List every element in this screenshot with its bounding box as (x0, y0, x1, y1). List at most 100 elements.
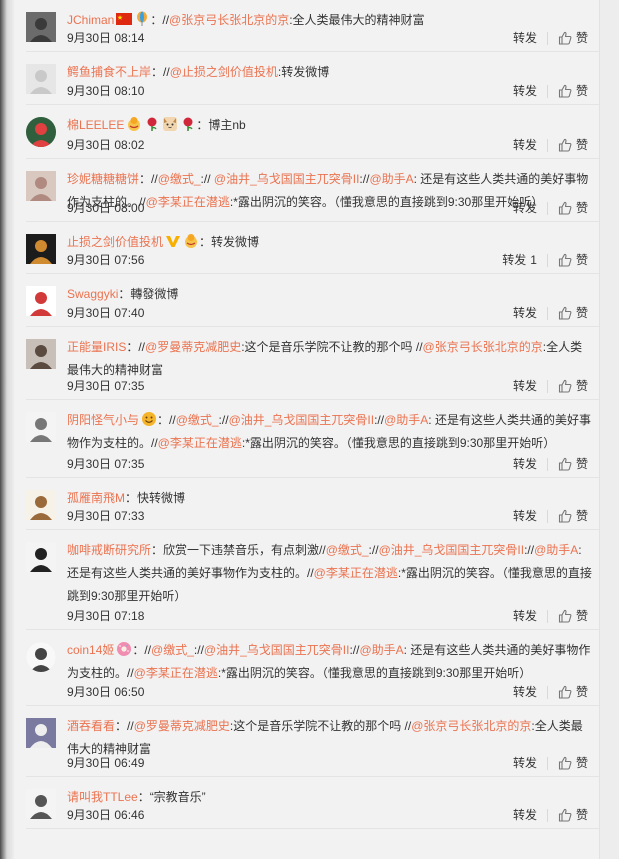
like-button[interactable]: 赞 (558, 252, 588, 268)
avatar[interactable] (26, 286, 56, 316)
username-link[interactable]: 棉LEELEE (67, 118, 124, 132)
like-label: 赞 (575, 457, 588, 471)
repost-content: ：// (132, 643, 152, 657)
mention-link[interactable]: @李某正在潜逃 (134, 666, 218, 680)
repost-button[interactable]: 转发 (513, 684, 537, 700)
mention-link[interactable]: @油井_乌戈国国主兀突骨II (379, 543, 525, 557)
avatar[interactable] (26, 789, 56, 819)
like-button[interactable]: 赞 (558, 508, 588, 524)
username-link[interactable]: 珍妮糖糖糖饼 (67, 172, 139, 186)
username-link[interactable]: 孤雁南飛M (67, 491, 125, 505)
repost-text: Swaggyki：轉發微博 (67, 283, 594, 306)
repost-button[interactable]: 转发 (513, 200, 537, 216)
mention-link[interactable]: @缴式_ (176, 413, 219, 427)
avatar[interactable] (26, 718, 56, 748)
username-link[interactable]: 咖啡戒断研究所 (67, 543, 151, 557)
username-link[interactable]: 酒吞看看 (67, 719, 115, 733)
avatar[interactable] (26, 12, 56, 42)
scrollbar[interactable] (599, 0, 619, 859)
mention-link[interactable]: @助手A (534, 543, 578, 557)
like-button[interactable]: 赞 (558, 755, 588, 771)
repost-button[interactable]: 转发 (513, 83, 537, 99)
repost-button[interactable]: 转发 (513, 305, 537, 321)
mention-link[interactable]: @罗曼蒂克减肥史 (145, 340, 241, 354)
mention-link[interactable]: @油井_乌戈国国主兀突骨II (214, 172, 360, 186)
repost-item: Swaggyki：轉發微博 9月30日 07:40 转发赞 (14, 274, 600, 327)
repost-button[interactable]: 转发 1 (502, 252, 537, 268)
repost-button[interactable]: 转发 (513, 30, 537, 46)
repost-content: ：“宗教音乐” (137, 790, 206, 804)
like-button[interactable]: 赞 (558, 378, 588, 394)
avatar[interactable] (26, 117, 56, 147)
mention-link[interactable]: @油井_乌戈国国主兀突骨II (204, 643, 350, 657)
username-link[interactable]: coin14姬 (67, 643, 114, 657)
mention-link[interactable]: @罗曼蒂克减肥史 (134, 719, 230, 733)
avatar[interactable] (26, 490, 56, 520)
repost-actions: 转发 赞 (513, 456, 588, 472)
mention-link[interactable]: @助手A (359, 643, 403, 657)
username-link[interactable]: 正能量IRIS (67, 340, 126, 354)
verified-v-icon (165, 233, 181, 249)
timestamp: 9月30日 07:40 (67, 306, 145, 320)
repost-content: :// (193, 643, 204, 657)
like-label: 赞 (575, 201, 588, 215)
like-button[interactable]: 赞 (558, 305, 588, 321)
repost-actions: 转发 1 赞 (502, 252, 588, 268)
repost-button[interactable]: 转发 (513, 137, 537, 153)
avatar[interactable] (26, 171, 56, 201)
repost-content: ：轉發微博 (118, 287, 179, 301)
repost-button[interactable]: 转发 (513, 378, 537, 394)
repost-content: ：欣赏一下违禁音乐，有点刺激// (151, 543, 326, 557)
repost-button[interactable]: 转发 (513, 755, 537, 771)
like-button[interactable]: 赞 (558, 608, 588, 624)
donut-icon (116, 641, 132, 657)
mention-link[interactable]: @张京弓长张北京的京 (423, 340, 543, 354)
repost-actions: 转发 赞 (513, 305, 588, 321)
like-button[interactable]: 赞 (558, 807, 588, 823)
like-button[interactable]: 赞 (558, 200, 588, 216)
like-button[interactable]: 赞 (558, 456, 588, 472)
mention-link[interactable]: @李某正在潜逃 (158, 436, 242, 450)
mention-link[interactable]: @李某正在潜逃 (314, 566, 398, 580)
mention-link[interactable]: @助手A (384, 413, 428, 427)
like-button[interactable]: 赞 (558, 137, 588, 153)
repost-button[interactable]: 转发 (513, 608, 537, 624)
username-link[interactable]: 鳄鱼捕食不上岸 (67, 65, 151, 79)
mention-link[interactable]: @李某正在潜逃 (146, 195, 230, 209)
cat-face-icon (162, 116, 178, 132)
like-button[interactable]: 赞 (558, 83, 588, 99)
username-link[interactable]: 请叫我TTLee (67, 790, 138, 804)
avatar[interactable] (26, 234, 56, 264)
avatar[interactable] (26, 642, 56, 672)
repost-label: 转发 (512, 84, 537, 98)
like-label: 赞 (575, 509, 588, 523)
mention-link[interactable]: @油井_乌戈国国主兀突骨II (229, 413, 375, 427)
mention-link[interactable]: @张京弓长张北京的京 (169, 13, 289, 27)
mention-link[interactable]: @缴式_ (158, 172, 201, 186)
like-label: 赞 (575, 31, 588, 45)
username-link[interactable]: 阴阳怪气小与 (67, 413, 139, 427)
avatar[interactable] (26, 339, 56, 369)
like-button[interactable]: 赞 (558, 684, 588, 700)
avatar[interactable] (26, 542, 56, 572)
mention-link[interactable]: @张京弓长张北京的京 (411, 719, 531, 733)
repost-button[interactable]: 转发 (513, 508, 537, 524)
username-link[interactable]: Swaggyki (67, 287, 118, 301)
avatar[interactable] (26, 64, 56, 94)
like-label: 赞 (575, 306, 588, 320)
mention-link[interactable]: @缴式_ (326, 543, 369, 557)
repost-button[interactable]: 转发 (513, 456, 537, 472)
mention-link[interactable]: @助手A (369, 172, 413, 186)
like-button[interactable]: 赞 (558, 30, 588, 46)
username-link[interactable]: JChiman (67, 13, 114, 27)
repost-label: 转发 (512, 808, 537, 822)
repost-content: :*露出阴沉的笑容。（懂我意思的直接跳到9:30那里开始听） (229, 195, 544, 209)
repost-count: 1 (530, 253, 537, 267)
action-divider (546, 756, 548, 770)
avatar[interactable] (26, 412, 56, 442)
mention-link[interactable]: @缴式_ (151, 643, 194, 657)
mention-link[interactable]: @止损之剑价值投机 (170, 65, 278, 79)
username-link[interactable]: 止损之剑价值投机 (67, 235, 163, 249)
repost-text: 止损之剑价值投机 ：转发微博 (67, 231, 594, 254)
repost-button[interactable]: 转发 (513, 807, 537, 823)
